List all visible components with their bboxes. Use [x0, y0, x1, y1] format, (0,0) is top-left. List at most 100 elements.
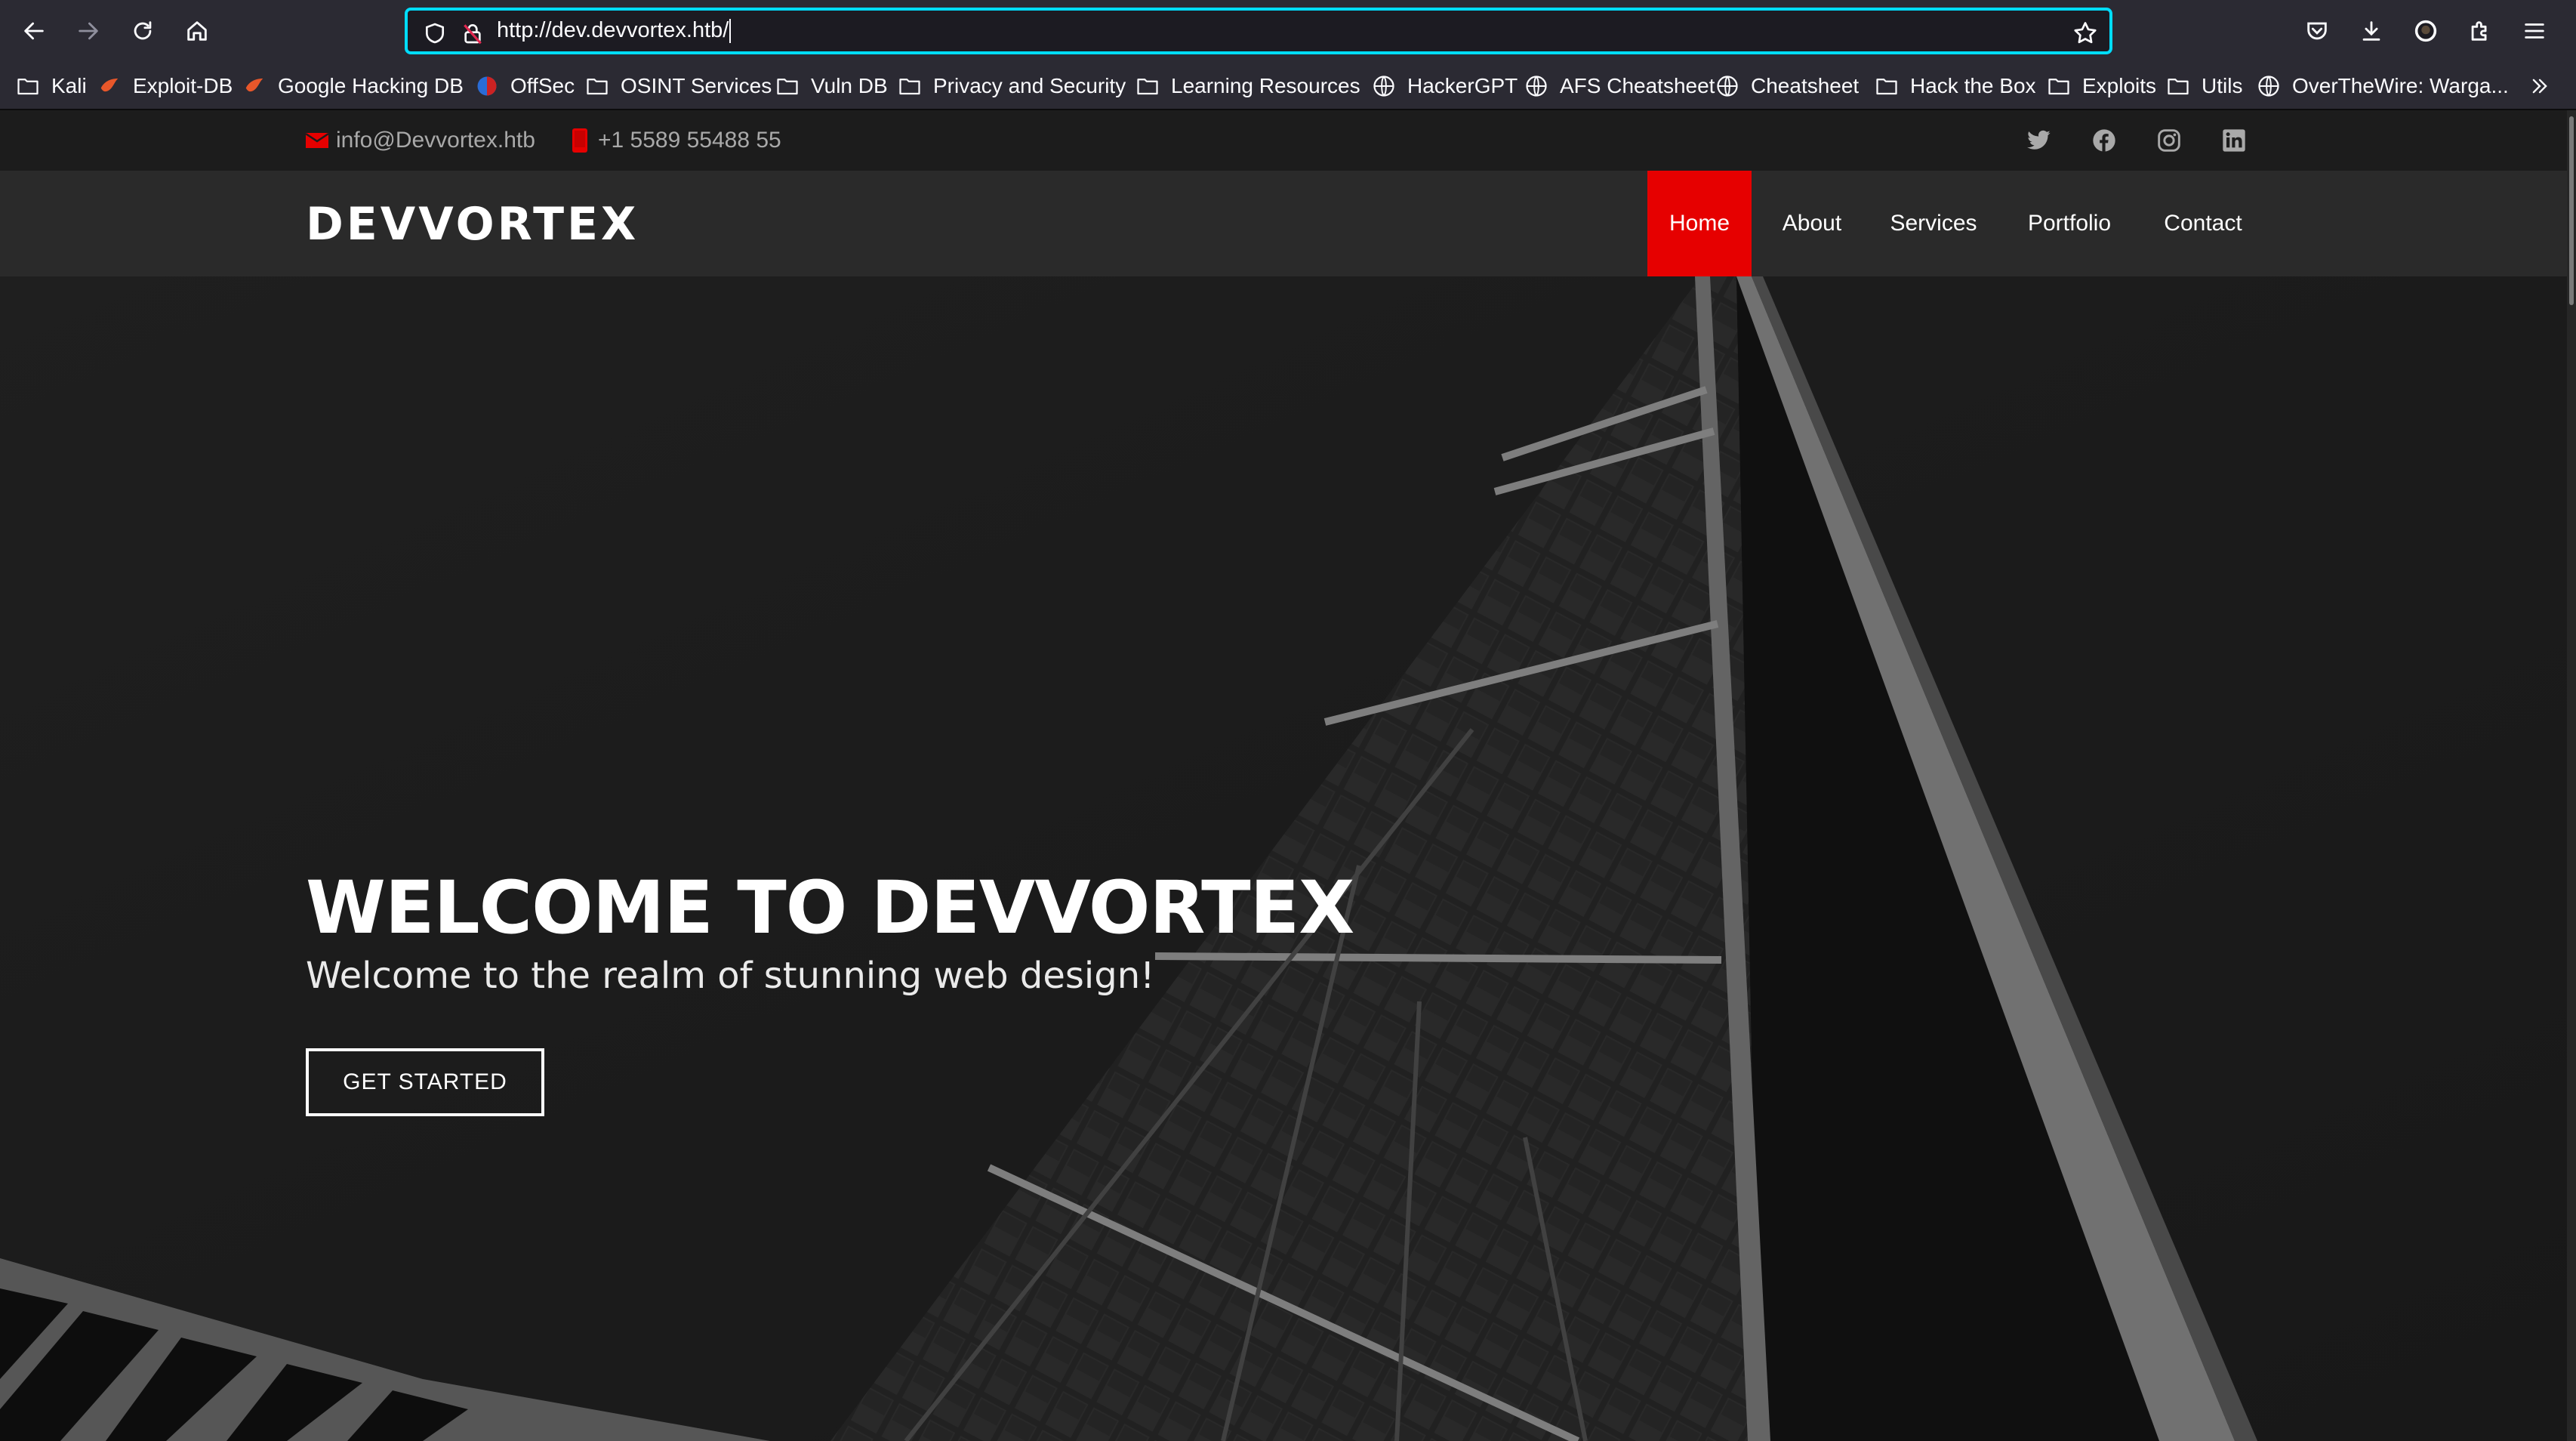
- offsec-icon: [476, 75, 504, 97]
- star-icon[interactable]: [2072, 20, 2099, 47]
- nav-about[interactable]: About: [1767, 171, 1857, 276]
- arrow-right-icon: [79, 22, 98, 40]
- phone-text: +1 5589 55488 55: [598, 128, 781, 153]
- account-button[interactable]: [2408, 14, 2443, 48]
- back-button[interactable]: [17, 14, 51, 48]
- bookmark-label: Exploit-DB: [133, 74, 233, 97]
- avatar-icon: [2414, 20, 2437, 42]
- bookmark-label: Google Hacking DB: [278, 74, 464, 97]
- facebook-link[interactable]: [2091, 127, 2118, 154]
- exploit-db-icon: [98, 75, 127, 97]
- ghdb-icon: [243, 75, 272, 97]
- folder-icon: [1136, 76, 1165, 96]
- reload-icon: [134, 21, 152, 40]
- bookmark-item[interactable]: Privacy and Security: [898, 73, 1126, 100]
- bookmark-item[interactable]: Utils: [2167, 73, 2242, 100]
- nav-services[interactable]: Services: [1880, 171, 1987, 276]
- bookmark-label: Hack the Box: [1910, 74, 2036, 97]
- instagram-link[interactable]: [2155, 127, 2183, 154]
- arrow-left-icon: [24, 22, 44, 40]
- bookmark-label: OSINT Services: [621, 74, 772, 97]
- bookmark-label: Kali: [51, 74, 87, 97]
- email-text: info@Devvortex.htb: [336, 128, 535, 153]
- puzzle-icon: [2471, 21, 2487, 41]
- nav-home[interactable]: Home: [1647, 171, 1752, 276]
- bookmark-label: Cheatsheet: [1751, 74, 1860, 97]
- get-started-button[interactable]: GET STARTED: [306, 1048, 544, 1116]
- home-button[interactable]: [180, 14, 214, 48]
- nav-contact[interactable]: Contact: [2150, 171, 2256, 276]
- insecure-lock-icon[interactable]: [461, 21, 485, 45]
- address-bar[interactable]: http://dev.devvortex.htb/: [405, 8, 2112, 54]
- instagram-icon: [2158, 129, 2180, 152]
- bookmark-item[interactable]: Learning Resources: [1136, 73, 1360, 100]
- folder-icon: [586, 76, 615, 96]
- facebook-icon: [2093, 129, 2115, 152]
- globe-icon: [1373, 75, 1401, 97]
- hamburger-icon: [2525, 23, 2544, 39]
- bookmark-label: HackerGPT: [1407, 74, 1518, 97]
- download-icon: [2362, 21, 2380, 41]
- shield-icon[interactable]: [423, 21, 447, 45]
- bookmark-item[interactable]: Vuln DB: [776, 73, 888, 100]
- nav-portfolio[interactable]: Portfolio: [2013, 171, 2126, 276]
- folder-icon: [2167, 76, 2195, 96]
- globe-icon: [2257, 75, 2286, 97]
- pocket-icon: [2307, 22, 2327, 40]
- browser-toolbar: http://dev.devvortex.htb/: [0, 0, 2576, 62]
- bookmark-item[interactable]: OffSec: [476, 73, 575, 100]
- site-logo[interactable]: DEVVORTEX: [306, 198, 639, 251]
- bookmark-label: AFS Cheatsheet: [1560, 74, 1715, 97]
- hero-subtitle: Welcome to the realm of stunning web des…: [306, 955, 1155, 997]
- linkedin-link[interactable]: [2220, 127, 2248, 154]
- twitter-icon: [2027, 130, 2051, 150]
- bookmark-label: Privacy and Security: [933, 74, 1126, 97]
- phone-icon: [572, 128, 587, 153]
- email-link[interactable]: info@Devvortex.htb: [306, 125, 535, 156]
- bookmarks-toolbar: Kali Exploit-DB Google Hacking DB OffSec OSI…: [0, 62, 2576, 110]
- envelope-icon: [306, 132, 328, 148]
- reload-button[interactable]: [125, 14, 160, 48]
- folder-icon: [17, 76, 45, 96]
- bookmark-label: OverTheWire: Warga...: [2292, 74, 2509, 97]
- bookmark-item[interactable]: Exploit-DB: [98, 73, 233, 100]
- folder-icon: [898, 76, 927, 96]
- downloads-button[interactable]: [2354, 14, 2389, 48]
- bookmark-item[interactable]: AFS Cheatsheet: [1525, 73, 1715, 100]
- bookmark-item[interactable]: Google Hacking DB: [243, 73, 464, 100]
- globe-icon: [1716, 75, 1745, 97]
- scrollbar-thumb[interactable]: [2569, 116, 2574, 305]
- bookmark-item[interactable]: Hack the Box: [1875, 73, 2036, 100]
- folder-icon: [2048, 76, 2076, 96]
- phone-link[interactable]: +1 5589 55488 55: [572, 125, 781, 156]
- twitter-link[interactable]: [2026, 127, 2053, 154]
- globe-icon: [1525, 75, 1554, 97]
- hero-background-image: [0, 276, 2567, 1441]
- bookmark-label: Vuln DB: [811, 74, 888, 97]
- forward-button[interactable]: [71, 14, 106, 48]
- top-contact-bar: info@Devvortex.htb +1 5589 55488 55: [0, 110, 2567, 171]
- bookmark-item[interactable]: Kali: [17, 73, 87, 100]
- page-scrollbar[interactable]: [2567, 110, 2576, 1441]
- chevron-double-right-icon: [2532, 79, 2547, 94]
- hero-title: WELCOME TO DEVVORTEX: [306, 866, 1354, 950]
- bookmark-item[interactable]: OSINT Services: [586, 73, 772, 100]
- menu-button[interactable]: [2517, 14, 2552, 48]
- pocket-button[interactable]: [2300, 14, 2334, 48]
- home-icon: [187, 21, 207, 41]
- folder-icon: [776, 76, 805, 96]
- bookmarks-overflow-button[interactable]: [2529, 73, 2556, 100]
- site-header: DEVVORTEX Home About Services Portfolio …: [0, 171, 2567, 276]
- extensions-button[interactable]: [2463, 14, 2497, 48]
- folder-icon: [1875, 76, 1904, 96]
- bookmark-label: OffSec: [510, 74, 575, 97]
- bookmark-label: Utils: [2202, 74, 2243, 97]
- hero-section: WELCOME TO DEVVORTEX Welcome to the real…: [0, 276, 2567, 1441]
- bookmark-item[interactable]: HackerGPT: [1373, 73, 1518, 100]
- bookmark-item[interactable]: Exploits: [2048, 73, 2156, 100]
- bookmark-item[interactable]: OverTheWire: Warga...: [2257, 73, 2509, 100]
- url-text[interactable]: http://dev.devvortex.htb/: [497, 18, 732, 44]
- web-page: info@Devvortex.htb +1 5589 55488 55 DEVV…: [0, 110, 2567, 1441]
- bookmark-item[interactable]: Cheatsheet: [1716, 73, 1859, 100]
- linkedin-icon: [2223, 129, 2245, 152]
